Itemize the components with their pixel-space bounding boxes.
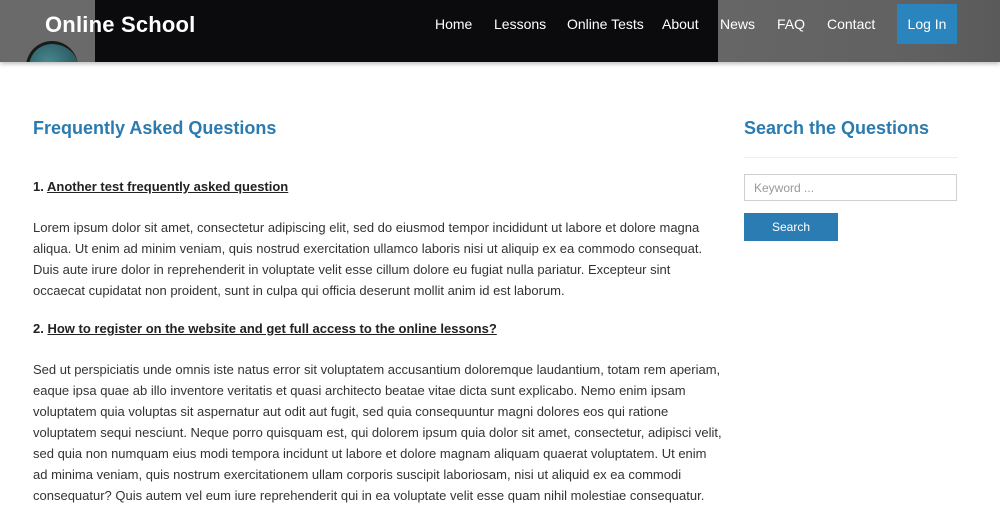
faq-question: 1. Another test frequently asked questio… [33,179,723,194]
sidebar-title: Search the Questions [744,118,930,138]
faq-item: 1. Another test frequently asked questio… [33,179,723,301]
search-button[interactable]: Search [744,213,838,241]
faq-question-link[interactable]: How to register on the website and get f… [47,321,496,336]
nav-home[interactable]: Home [435,16,472,32]
login-button[interactable]: Log In [897,4,957,44]
main-nav: Home Lessons Online Tests About News FAQ… [0,0,1000,48]
nav-lessons[interactable]: Lessons [494,16,546,32]
faq-content: Frequently Asked Questions 1. Another te… [33,118,723,506]
sidebar: Search the Questions Search [744,118,958,241]
nav-online-tests[interactable]: Online Tests [567,16,644,32]
search-input[interactable] [744,174,957,201]
sidebar-divider [744,157,958,158]
faq-item: 2. How to register on the website and ge… [33,321,723,506]
faq-number: 1. [33,179,44,194]
faq-question: 2. How to register on the website and ge… [33,321,723,336]
faq-number: 2. [33,321,44,336]
nav-news[interactable]: News [720,16,755,32]
page-title: Frequently Asked Questions [33,118,277,138]
faq-answer: Lorem ipsum dolor sit amet, consectetur … [33,220,703,298]
nav-contact[interactable]: Contact [827,16,875,32]
nav-faq[interactable]: FAQ [777,16,805,32]
nav-about[interactable]: About [662,16,699,32]
site-header: Online School Home Lessons Online Tests … [0,0,1000,62]
faq-question-link[interactable]: Another test frequently asked question [47,179,288,194]
faq-answer: Sed ut perspiciatis unde omnis iste natu… [33,362,722,503]
